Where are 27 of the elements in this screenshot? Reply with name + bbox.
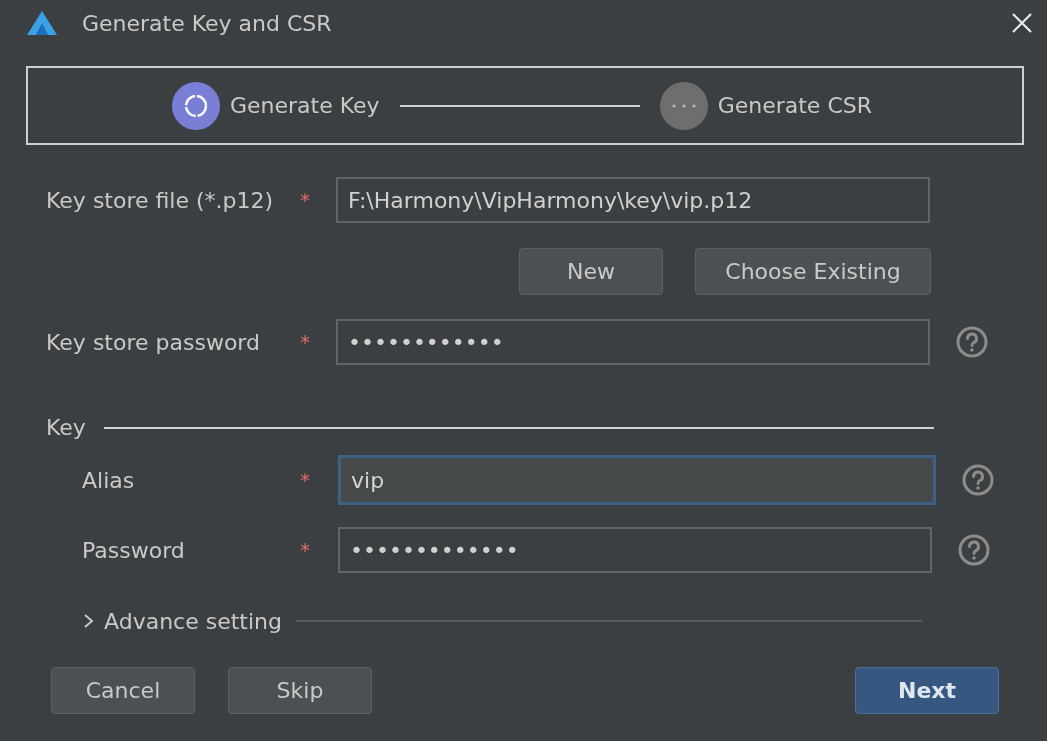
input-field[interactable]: F:\Harmony\VipHarmony\key\vip.p12 <box>336 177 930 223</box>
field-label: Key store password <box>46 329 261 355</box>
password-field[interactable]: •••••••••••• <box>336 319 930 365</box>
skip-button[interactable]: Skip <box>228 667 372 714</box>
required-mark: * <box>300 538 311 562</box>
step-label: Generate CSR <box>717 93 872 118</box>
choose-existing-button[interactable]: Choose Existing <box>695 248 931 295</box>
new-button[interactable]: New <box>519 248 663 295</box>
password-field[interactable]: ••••••••••••• <box>338 527 932 573</box>
help-icon[interactable] <box>956 326 988 358</box>
field-label: Alias <box>82 467 136 493</box>
section-title: Key <box>46 415 86 440</box>
field-label: Password <box>82 537 186 563</box>
input-field[interactable]: vip <box>338 455 936 505</box>
help-icon[interactable] <box>962 464 994 496</box>
help-icon[interactable] <box>958 534 990 566</box>
step-label: Generate Key <box>230 93 380 118</box>
advance-setting-toggle[interactable]: Advance setting <box>82 608 282 634</box>
field-label: Key store file (*.p12) <box>46 187 275 213</box>
cancel-button[interactable]: Cancel <box>51 667 195 714</box>
required-mark: * <box>300 468 311 492</box>
required-mark: * <box>300 330 311 354</box>
window-title: Generate Key and CSR <box>82 10 333 36</box>
chevron-icon[interactable] <box>82 613 96 629</box>
required-mark: * <box>300 188 311 212</box>
app-logo-icon <box>26 10 58 36</box>
next-button[interactable]: Next <box>855 667 999 714</box>
